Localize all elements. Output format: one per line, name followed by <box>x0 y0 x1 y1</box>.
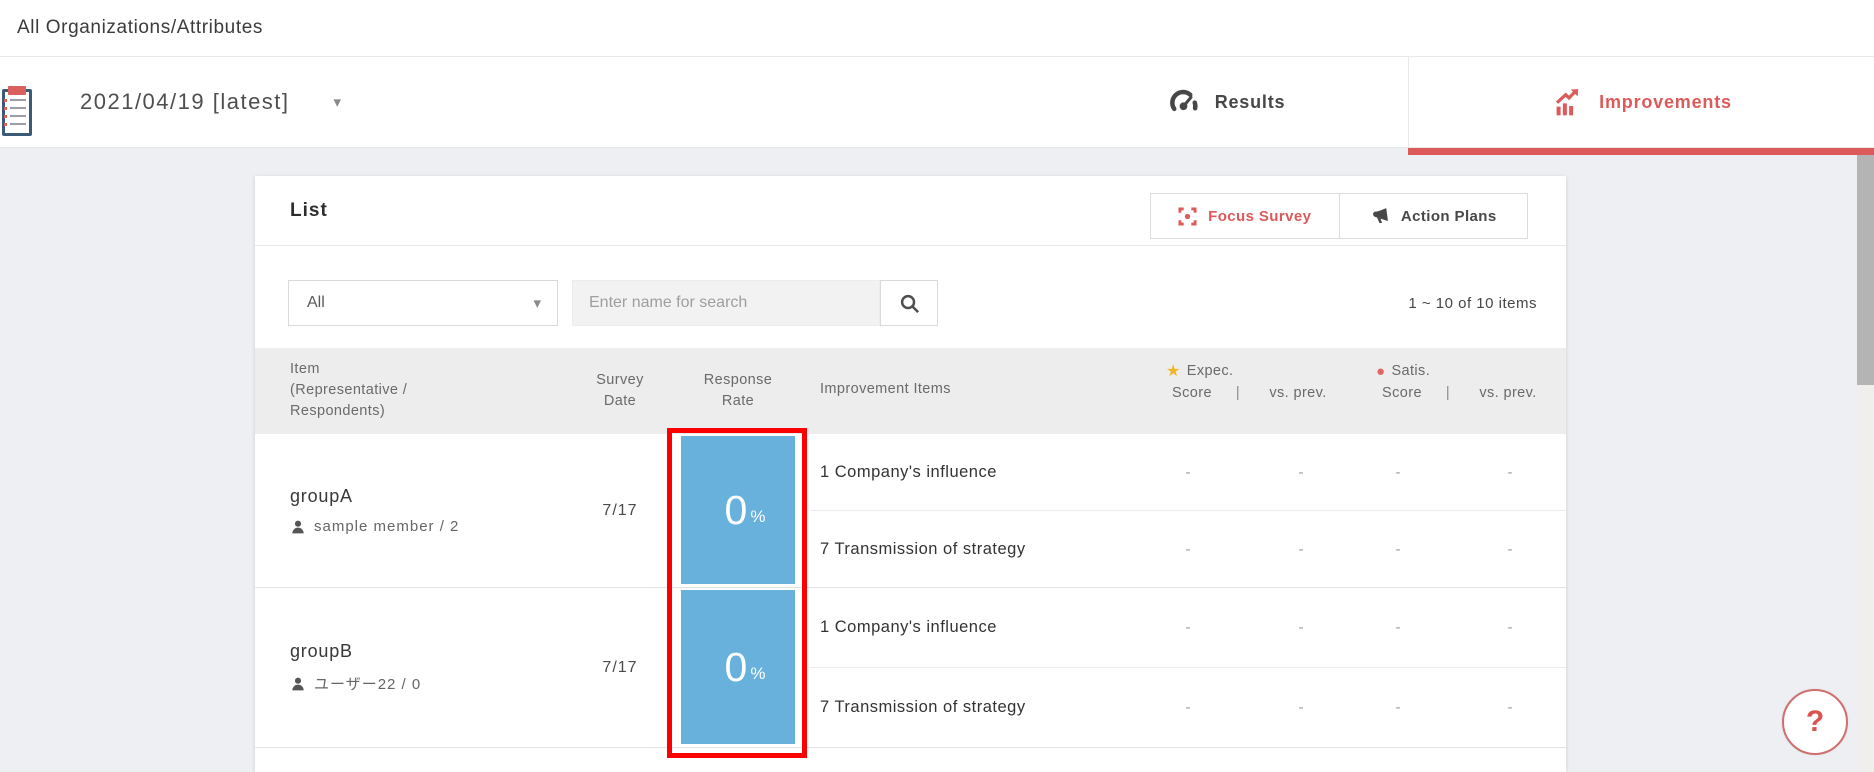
column-header-survey-date: Survey Date <box>575 370 665 412</box>
filter-dropdown[interactable]: All ▾ <box>288 280 558 326</box>
focus-icon <box>1178 207 1197 226</box>
expec-vs-prev-value: - <box>1281 434 1321 510</box>
list-item: 1 Company's influence - - - - <box>810 434 1566 510</box>
survey-date-cell: 7/17 <box>575 588 665 747</box>
satis-vs-prev-value: - <box>1490 588 1530 667</box>
satis-score-value: - <box>1378 668 1418 747</box>
chart-up-icon <box>1551 86 1583 118</box>
group-members: sample member / 2 <box>314 518 459 535</box>
breadcrumb: All Organizations/Attributes <box>17 17 263 39</box>
satis-vs-prev-value: - <box>1490 511 1530 587</box>
group-members: ユーザー22 / 0 <box>314 673 421 694</box>
expec-vs-prev-value: - <box>1281 511 1321 587</box>
satis-score-value: - <box>1378 588 1418 667</box>
satis-score-value: - <box>1378 434 1418 510</box>
column-header-item: Item (Representative / Respondents) <box>290 359 407 422</box>
survey-date-selector[interactable]: 2021/04/19 [latest] ▾ <box>80 57 341 147</box>
vertical-scrollbar[interactable] <box>1857 155 1874 772</box>
scrollbar-thumb[interactable] <box>1857 155 1874 385</box>
action-plans-label: Action Plans <box>1401 208 1497 225</box>
question-icon: ? <box>1806 705 1824 739</box>
survey-date-cell: 7/17 <box>575 434 665 587</box>
satis-vs-prev-value: - <box>1490 668 1530 747</box>
list-card: List Focus Survey Acti <box>255 176 1566 772</box>
expec-score-value: - <box>1168 434 1208 510</box>
satis-dot-icon: ● <box>1376 361 1385 382</box>
card-header: List Focus Survey Acti <box>255 176 1566 246</box>
list-item: 1 Company's influence - - - - <box>810 588 1566 667</box>
search-input[interactable] <box>572 280 880 326</box>
expec-score-value: - <box>1168 511 1208 587</box>
group-cell: groupA sample member / 2 <box>290 434 459 587</box>
items-count: 1 ~ 10 of 10 items <box>1408 280 1537 326</box>
group-name: groupA <box>290 486 459 507</box>
column-header-expec: ★ Expec. Score | vs. prev. <box>1162 361 1344 404</box>
focus-survey-button[interactable]: Focus Survey <box>1151 194 1340 238</box>
top-bar: All Organizations/Attributes <box>0 0 1874 57</box>
response-rate-cell: 0 % <box>681 436 795 584</box>
card-actions: Focus Survey Action Plans <box>1150 193 1528 239</box>
page-title: List <box>290 176 328 246</box>
list-item: 7 Transmission of strategy - - - - <box>810 667 1566 747</box>
improvement-items: 1 Company's influence - - - - 7 Transmis… <box>810 588 1566 747</box>
column-header-improvement-items: Improvement Items <box>820 381 951 397</box>
expec-vs-prev-value: - <box>1281 588 1321 667</box>
app-viewport: All Organizations/Attributes 2021/04/19 … <box>0 0 1874 772</box>
tab-improvements-label: Improvements <box>1599 92 1732 113</box>
focus-survey-label: Focus Survey <box>1208 208 1311 225</box>
tab-bar: 2021/04/19 [latest] ▾ Results Improvemen… <box>0 57 1874 148</box>
help-button[interactable]: ? <box>1782 689 1848 755</box>
expec-vs-prev-value: - <box>1281 668 1321 747</box>
table-header: Item (Representative / Respondents) Surv… <box>255 348 1566 434</box>
expec-score-value: - <box>1168 668 1208 747</box>
tab-improvements[interactable]: Improvements <box>1409 57 1874 147</box>
improvement-items: 1 Company's influence - - - - 7 Transmis… <box>810 434 1566 587</box>
chevron-down-icon: ▾ <box>533 294 541 312</box>
satis-vs-prev-value: - <box>1490 434 1530 510</box>
active-tab-underline <box>1408 148 1874 155</box>
tab-results-label: Results <box>1215 92 1286 113</box>
megaphone-icon <box>1370 206 1390 226</box>
list-item: 7 Transmission of strategy - - - - <box>810 510 1566 587</box>
selected-survey-date: 2021/04/19 [latest] <box>80 89 290 115</box>
expec-score-value: - <box>1168 588 1208 667</box>
star-icon: ★ <box>1166 361 1181 382</box>
tab-results[interactable]: Results <box>1047 57 1407 147</box>
search-button[interactable] <box>880 280 938 326</box>
clipboard-icon <box>2 89 32 136</box>
chevron-down-icon: ▾ <box>334 93 342 111</box>
table-row: groupA sample member / 2 7/17 0 % 1 Comp… <box>255 434 1566 588</box>
response-rate-cell: 0 % <box>681 590 795 744</box>
group-cell: groupB ユーザー22 / 0 <box>290 588 421 747</box>
satis-score-value: - <box>1378 511 1418 587</box>
action-plans-button[interactable]: Action Plans <box>1340 194 1528 238</box>
search-icon <box>898 292 921 315</box>
person-icon <box>290 676 306 692</box>
group-name: groupB <box>290 641 421 662</box>
filter-dropdown-value: All <box>307 294 325 312</box>
person-icon <box>290 519 306 535</box>
column-header-response-rate: Response Rate <box>683 370 793 412</box>
column-header-satis: ● Satis. Score | vs. prev. <box>1372 361 1554 404</box>
table-row: groupB ユーザー22 / 0 7/17 0 % 1 Company's i… <box>255 588 1566 748</box>
gauge-icon <box>1169 87 1199 117</box>
